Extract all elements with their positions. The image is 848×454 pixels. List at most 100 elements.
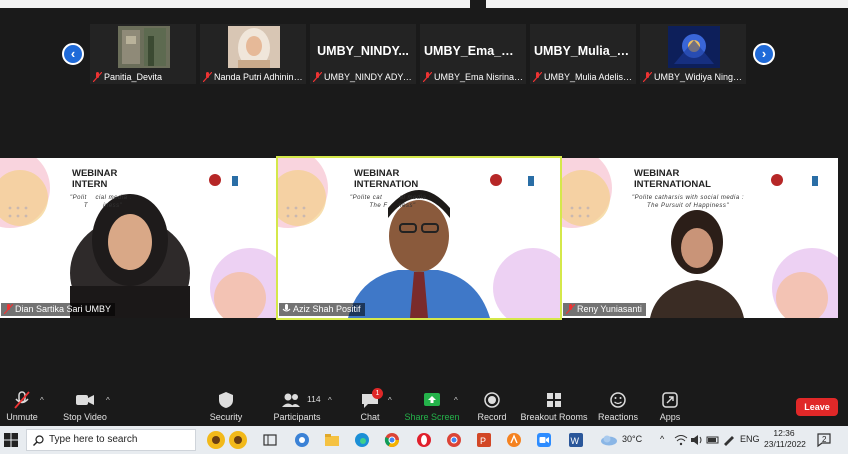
taskbar-search-box[interactable]: Type here to search bbox=[26, 429, 196, 451]
participant-display-name: UMBY_Mulia_A... bbox=[534, 44, 636, 58]
network-icon[interactable] bbox=[674, 434, 688, 446]
unmute-button[interactable]: Unmute bbox=[2, 386, 42, 426]
participant-label: UMBY_Widiya Ningrum bbox=[642, 71, 744, 83]
volume-icon[interactable] bbox=[690, 434, 704, 446]
speaker-name: Aziz Shah Positif bbox=[293, 304, 361, 314]
apps-icon bbox=[662, 392, 678, 408]
video-options-caret[interactable]: ^ bbox=[106, 396, 110, 405]
participant-tile[interactable]: UMBY_Widiya Ningrum bbox=[640, 24, 746, 84]
pen-icon[interactable] bbox=[722, 434, 736, 446]
smiley-icon bbox=[610, 392, 626, 408]
participant-tile[interactable]: Nanda Putri Adhiningt... bbox=[200, 24, 306, 84]
search-icon bbox=[33, 435, 44, 446]
muted-mic-icon bbox=[643, 72, 652, 82]
reactions-label: Reactions bbox=[597, 412, 639, 422]
chat-label: Chat bbox=[360, 412, 380, 422]
share-screen-label: Share Screen bbox=[404, 412, 460, 422]
speaker-name-label: Reny Yuniasanti bbox=[563, 303, 646, 316]
battery-icon[interactable] bbox=[706, 434, 720, 446]
muted-mic-icon bbox=[566, 304, 575, 314]
svg-text:P: P bbox=[480, 436, 486, 446]
opera-icon[interactable] bbox=[416, 432, 432, 448]
webinar-subtitle: "Polit cial media : T iness" bbox=[70, 195, 132, 209]
gallery-next-button[interactable]: › bbox=[753, 43, 775, 65]
hidden-icons-caret[interactable]: ^ bbox=[660, 434, 664, 444]
breakout-rooms-button[interactable]: Breakout Rooms bbox=[520, 386, 588, 426]
chat-options-caret[interactable]: ^ bbox=[388, 396, 392, 405]
participant-label: UMBY_NINDY ADYA RI... bbox=[312, 71, 414, 83]
sunflower-widget-icon[interactable] bbox=[204, 429, 250, 451]
participants-button[interactable]: 114 Participants bbox=[270, 386, 324, 426]
notification-count: 2 bbox=[822, 435, 827, 444]
webinar-title: WEBINAR INTERNATIONAL bbox=[634, 168, 711, 190]
zoom-app-icon[interactable] bbox=[536, 432, 552, 448]
muted-mic-icon bbox=[4, 304, 13, 314]
share-options-caret[interactable]: ^ bbox=[454, 396, 458, 405]
task-view-icon[interactable] bbox=[262, 432, 278, 448]
muted-mic-icon bbox=[203, 72, 212, 82]
breakout-rooms-icon bbox=[547, 393, 561, 407]
chrome-icon[interactable] bbox=[384, 432, 400, 448]
clock-time: 12:36 bbox=[773, 428, 795, 438]
windows-taskbar: Type here to search P W 30°C ^ ENG 12:36… bbox=[0, 426, 848, 454]
clock-date: 23/11/2022 bbox=[764, 439, 806, 449]
speaker-video-tile[interactable]: WEBINAR INTERN "Polit cial media : T ine… bbox=[0, 158, 276, 318]
webinar-subtitle: "Polite catharsis with social media : Th… bbox=[632, 195, 745, 209]
powerpoint-icon[interactable]: P bbox=[476, 432, 492, 448]
speaker-name: Dian Sartika Sari UMBY bbox=[15, 304, 112, 314]
webinar-background bbox=[0, 158, 276, 318]
record-label: Record bbox=[477, 412, 507, 422]
muted-mic-icon bbox=[313, 72, 322, 82]
windows-start-icon[interactable] bbox=[4, 433, 18, 447]
shield-icon bbox=[219, 392, 233, 408]
participant-tile[interactable]: UMBY_NINDY... UMBY_NINDY ADYA RI... bbox=[310, 24, 416, 84]
top-strip bbox=[0, 0, 848, 8]
participants-options-caret[interactable]: ^ bbox=[328, 396, 332, 405]
security-button[interactable]: Security bbox=[204, 386, 248, 426]
breakout-rooms-label: Breakout Rooms bbox=[520, 412, 588, 422]
speaker-name-label: Dian Sartika Sari UMBY bbox=[1, 303, 116, 316]
participant-label: Nanda Putri Adhiningt... bbox=[202, 71, 304, 83]
participant-name: Nanda Putri Adhiningt... bbox=[214, 72, 304, 82]
participant-label: Panitia_Devita bbox=[92, 71, 194, 83]
chrome-profile-icon[interactable] bbox=[446, 432, 462, 448]
share-screen-button[interactable]: Share Screen bbox=[404, 386, 460, 426]
clock[interactable]: 12:36 23/11/2022 bbox=[764, 428, 806, 450]
orange-app-icon[interactable] bbox=[506, 432, 522, 448]
participant-tile[interactable]: UMBY_Mulia_A... UMBY_Mulia Adelisa P... bbox=[530, 24, 636, 84]
participant-tile[interactable]: UMBY_Ema_Nisr... UMBY_Ema Nisrina M bbox=[420, 24, 526, 84]
unmute-label: Unmute bbox=[6, 412, 38, 422]
participant-gallery-strip: Panitia_Devita Nanda Putri Adhiningt... … bbox=[90, 24, 746, 86]
reactions-button[interactable]: Reactions bbox=[596, 386, 640, 426]
active-speaker-video-tile[interactable]: WEBINAR INTERNATION "Polite cat al media… bbox=[276, 156, 562, 320]
webinar-background bbox=[278, 158, 560, 318]
participant-name: UMBY_Widiya Ningrum bbox=[654, 72, 744, 82]
participant-photo bbox=[668, 26, 720, 68]
muted-mic-icon bbox=[14, 391, 30, 409]
participants-label: Participants bbox=[273, 412, 321, 422]
file-explorer-icon[interactable] bbox=[324, 432, 340, 448]
mic-icon bbox=[282, 304, 291, 312]
stop-video-button[interactable]: Stop Video bbox=[58, 386, 112, 426]
chat-unread-badge: 1 bbox=[372, 388, 383, 399]
record-button[interactable]: Record bbox=[474, 386, 510, 426]
chrome-canary-icon[interactable] bbox=[294, 432, 310, 448]
weather-temperature[interactable]: 30°C bbox=[622, 434, 642, 444]
audio-options-caret[interactable]: ^ bbox=[40, 396, 44, 405]
chat-button[interactable]: 1 Chat bbox=[352, 386, 388, 426]
gallery-prev-button[interactable]: ‹ bbox=[62, 43, 84, 65]
share-screen-icon bbox=[424, 393, 440, 406]
participant-photo bbox=[228, 26, 280, 68]
edge-icon[interactable] bbox=[354, 432, 370, 448]
apps-button[interactable]: Apps bbox=[654, 386, 686, 426]
leave-button[interactable]: Leave bbox=[796, 398, 838, 416]
participant-display-name: UMBY_Ema_Nisr... bbox=[424, 44, 526, 58]
participants-icon bbox=[282, 393, 300, 407]
speaker-video-tile[interactable]: WEBINAR INTERNATIONAL "Polite catharsis … bbox=[562, 158, 838, 318]
speaker-name: Reny Yuniasanti bbox=[577, 304, 642, 314]
word-icon[interactable]: W bbox=[568, 432, 584, 448]
video-camera-icon bbox=[76, 395, 94, 405]
language-indicator[interactable]: ENG bbox=[740, 434, 760, 444]
participant-photo bbox=[118, 26, 170, 68]
participant-tile[interactable]: Panitia_Devita bbox=[90, 24, 196, 84]
